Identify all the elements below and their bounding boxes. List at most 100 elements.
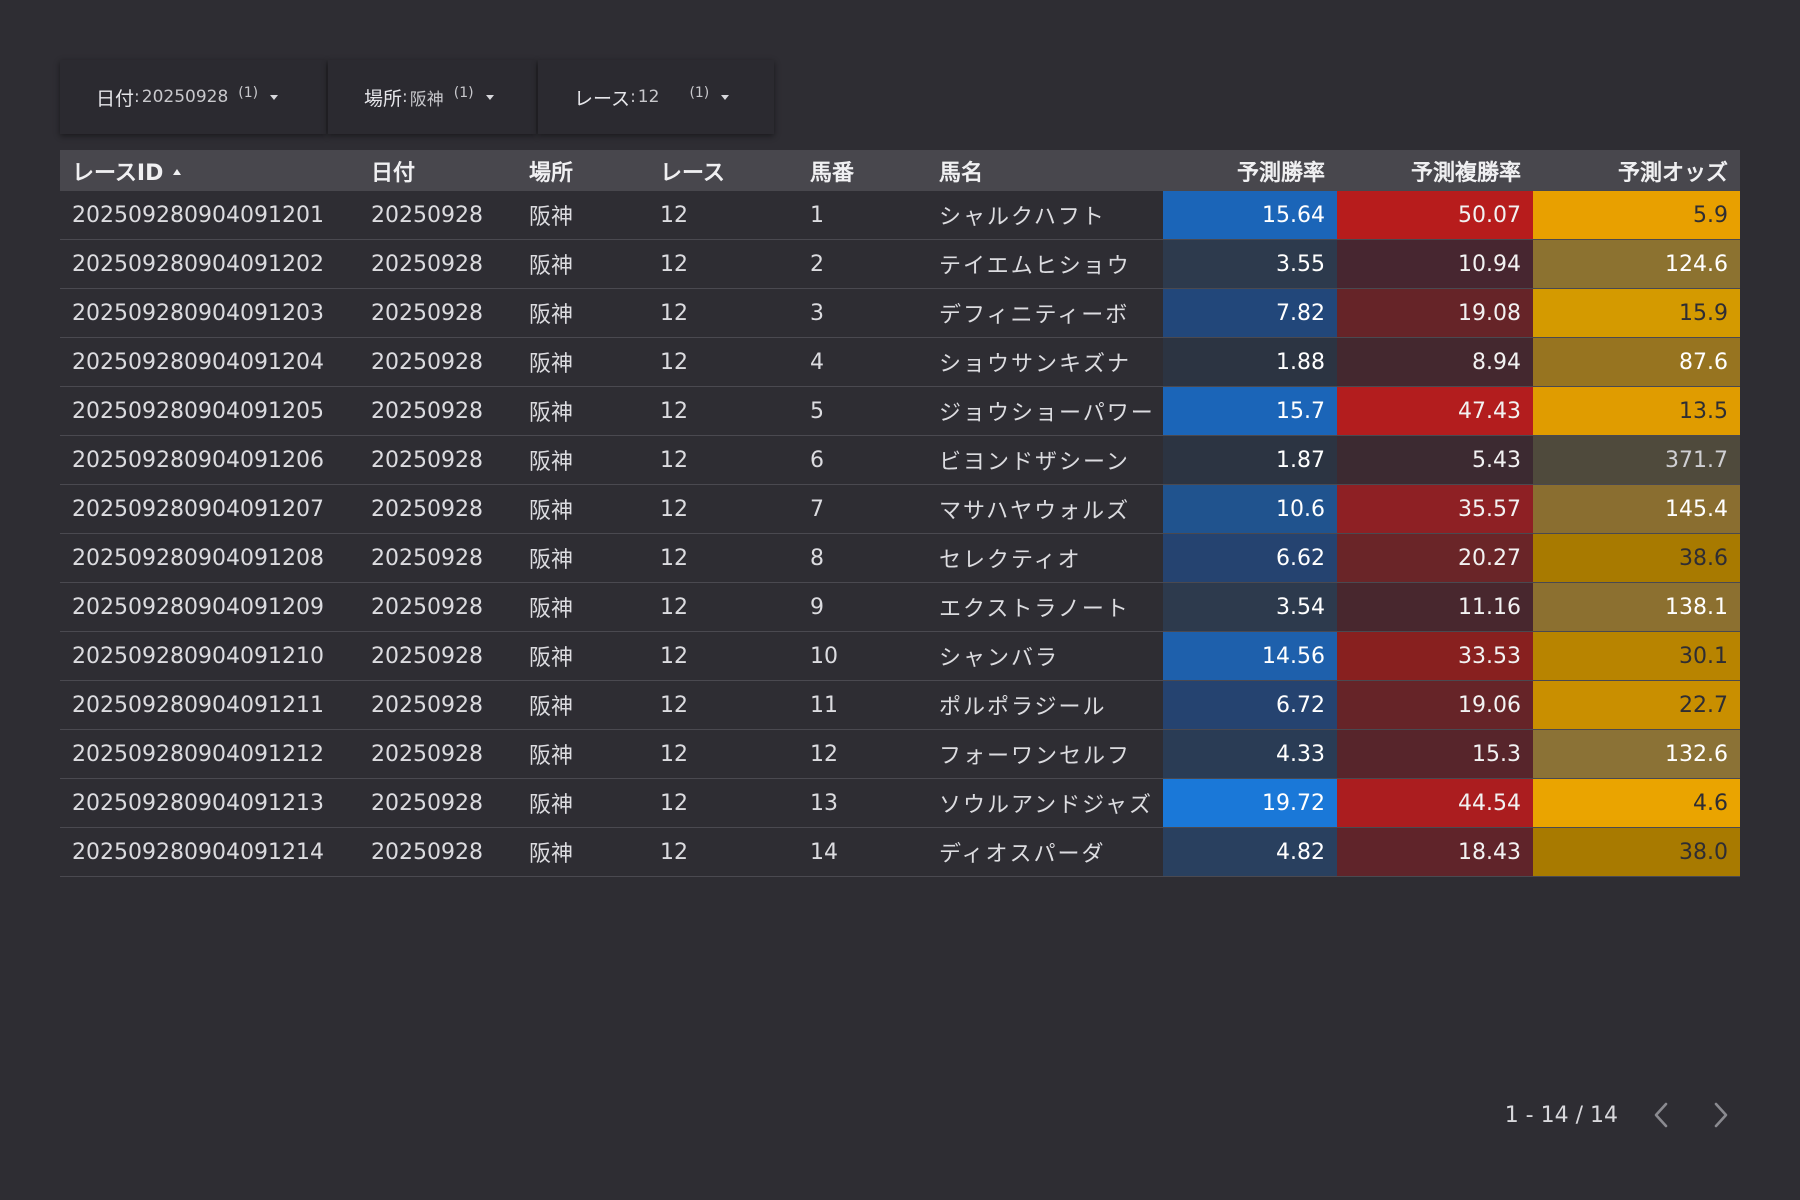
- date-filter-value: 20250928: [141, 87, 229, 107]
- column-header-predicted-place-rate[interactable]: 予測複勝率: [1337, 150, 1533, 191]
- date-filter-count: (1): [238, 85, 259, 101]
- date-cell: 20250928: [359, 729, 517, 779]
- win-rate-cell: 15.64: [1163, 191, 1337, 240]
- horse-name-cell: ポルポラジール: [927, 680, 1163, 730]
- sort-ascending-icon: [173, 168, 182, 175]
- win-rate-cell: 1.88: [1163, 337, 1337, 387]
- table-row[interactable]: 202509280904091201 20250928 阪神 12 1 シャルクハフト 15…: [60, 191, 1740, 240]
- place-cell: 阪神: [517, 386, 648, 436]
- odds-cell: 145.4: [1533, 484, 1740, 534]
- table-body: 202509280904091201 20250928 阪神 12 1 シャルクハフト 15…: [60, 191, 1740, 877]
- odds-cell: 124.6: [1533, 239, 1740, 289]
- place-cell: 阪神: [517, 729, 648, 779]
- table-row[interactable]: 202509280904091213 20250928 阪神 12 13 ソウルアンドジャ…: [60, 778, 1740, 828]
- race-id-cell: 202509280904091213: [60, 778, 359, 828]
- chevron-left-icon: [1654, 1102, 1668, 1128]
- table-row[interactable]: 202509280904091209 20250928 阪神 12 9 エクストラノート 3…: [60, 582, 1740, 632]
- horse-name-cell: シャルクハフト: [927, 191, 1163, 240]
- previous-page-button[interactable]: [1644, 1098, 1678, 1132]
- column-header-horse-name[interactable]: 馬名: [927, 150, 1163, 191]
- column-header-horse-number[interactable]: 馬番: [798, 150, 927, 191]
- horse-number-cell: 10: [798, 631, 927, 681]
- place-rate-cell: 15.3: [1337, 729, 1533, 779]
- race-cell: 12: [648, 337, 798, 387]
- table-row[interactable]: 202509280904091211 20250928 阪神 12 11 ポルポラジール 6…: [60, 680, 1740, 730]
- place-rate-cell: 20.27: [1337, 533, 1533, 583]
- column-header-place[interactable]: 場所: [517, 150, 648, 191]
- race-id-cell: 202509280904091208: [60, 533, 359, 583]
- race-id-cell: 202509280904091210: [60, 631, 359, 681]
- horse-number-cell: 1: [798, 191, 927, 240]
- next-page-button[interactable]: [1704, 1098, 1738, 1132]
- horse-number-cell: 6: [798, 435, 927, 485]
- odds-cell: 15.9: [1533, 288, 1740, 338]
- date-cell: 20250928: [359, 778, 517, 828]
- place-filter-dropdown[interactable]: 場所: 阪神 (1): [328, 60, 536, 134]
- column-header-race-id[interactable]: レースID: [60, 150, 359, 191]
- place-cell: 阪神: [517, 337, 648, 387]
- table-row[interactable]: 202509280904091208 20250928 阪神 12 8 セレクティオ 6.6…: [60, 533, 1740, 583]
- race-id-cell: 202509280904091206: [60, 435, 359, 485]
- place-rate-cell: 19.08: [1337, 288, 1533, 338]
- odds-cell: 4.6: [1533, 778, 1740, 828]
- race-filter-separator: :: [630, 87, 636, 107]
- win-rate-cell: 7.82: [1163, 288, 1337, 338]
- date-cell: 20250928: [359, 239, 517, 289]
- place-rate-cell: 47.43: [1337, 386, 1533, 436]
- table-row[interactable]: 202509280904091202 20250928 阪神 12 2 テイエムヒショウ 3…: [60, 239, 1740, 289]
- race-cell: 12: [648, 191, 798, 240]
- race-cell: 12: [648, 288, 798, 338]
- table-row[interactable]: 202509280904091207 20250928 阪神 12 7 マサハヤウォルズ 1…: [60, 484, 1740, 534]
- race-cell: 12: [648, 827, 798, 877]
- chevron-right-icon: [1714, 1102, 1728, 1128]
- race-id-cell: 202509280904091207: [60, 484, 359, 534]
- caret-down-icon: [270, 94, 279, 100]
- horse-number-cell: 3: [798, 288, 927, 338]
- race-filter-label: レース: [574, 87, 631, 110]
- race-cell: 12: [648, 582, 798, 632]
- odds-cell: 38.0: [1533, 827, 1740, 877]
- table-row[interactable]: 202509280904091212 20250928 阪神 12 12 フォーワンセルフ…: [60, 729, 1740, 779]
- odds-cell: 132.6: [1533, 729, 1740, 779]
- table-row[interactable]: 202509280904091214 20250928 阪神 12 14 ディオスパーダ 4…: [60, 827, 1740, 877]
- date-cell: 20250928: [359, 680, 517, 730]
- date-filter-label: 日付: [96, 87, 135, 110]
- date-cell: 20250928: [359, 484, 517, 534]
- column-header-predicted-win-rate[interactable]: 予測勝率: [1163, 150, 1337, 191]
- race-cell: 12: [648, 631, 798, 681]
- table-row[interactable]: 202509280904091205 20250928 阪神 12 5 ジョウショーパワー…: [60, 386, 1740, 436]
- horse-name-cell: テイエムヒショウ: [927, 239, 1163, 289]
- table-row[interactable]: 202509280904091203 20250928 阪神 12 3 デフィニティーボ 7…: [60, 288, 1740, 338]
- horse-name-cell: マサハヤウォルズ: [927, 484, 1163, 534]
- odds-cell: 87.6: [1533, 337, 1740, 387]
- table-row[interactable]: 202509280904091206 20250928 阪神 12 6 ビヨンドザシーン 1…: [60, 435, 1740, 485]
- place-cell: 阪神: [517, 435, 648, 485]
- table-row[interactable]: 202509280904091210 20250928 阪神 12 10 シャンバラ 14.…: [60, 631, 1740, 681]
- column-header-race[interactable]: レース: [648, 150, 798, 191]
- column-header-date[interactable]: 日付: [359, 150, 517, 191]
- place-cell: 阪神: [517, 827, 648, 877]
- results-table-container: レースID 日付 場所 レース 馬番 馬名 予測勝率 予測複勝率 予測オッズ 2…: [60, 150, 1740, 877]
- pagination: 1 - 14 / 14: [1505, 1098, 1738, 1132]
- race-filter-dropdown[interactable]: レース: 12 (1): [538, 60, 774, 134]
- horse-name-cell: エクストラノート: [927, 582, 1163, 632]
- place-cell: 阪神: [517, 191, 648, 240]
- table-row[interactable]: 202509280904091204 20250928 阪神 12 4 ショウサンキズナ 1…: [60, 337, 1740, 387]
- horse-number-cell: 12: [798, 729, 927, 779]
- race-cell: 12: [648, 533, 798, 583]
- place-cell: 阪神: [517, 484, 648, 534]
- odds-cell: 138.1: [1533, 582, 1740, 632]
- column-header-predicted-odds[interactable]: 予測オッズ: [1533, 150, 1740, 191]
- horse-number-cell: 11: [798, 680, 927, 730]
- horse-number-cell: 9: [798, 582, 927, 632]
- race-id-cell: 202509280904091205: [60, 386, 359, 436]
- race-id-cell: 202509280904091203: [60, 288, 359, 338]
- place-cell: 阪神: [517, 582, 648, 632]
- place-rate-cell: 33.53: [1337, 631, 1533, 681]
- horse-name-cell: セレクティオ: [927, 533, 1163, 583]
- win-rate-cell: 3.55: [1163, 239, 1337, 289]
- horse-number-cell: 8: [798, 533, 927, 583]
- win-rate-cell: 1.87: [1163, 435, 1337, 485]
- horse-number-cell: 5: [798, 386, 927, 436]
- date-filter-dropdown[interactable]: 日付: 20250928 (1): [60, 60, 326, 134]
